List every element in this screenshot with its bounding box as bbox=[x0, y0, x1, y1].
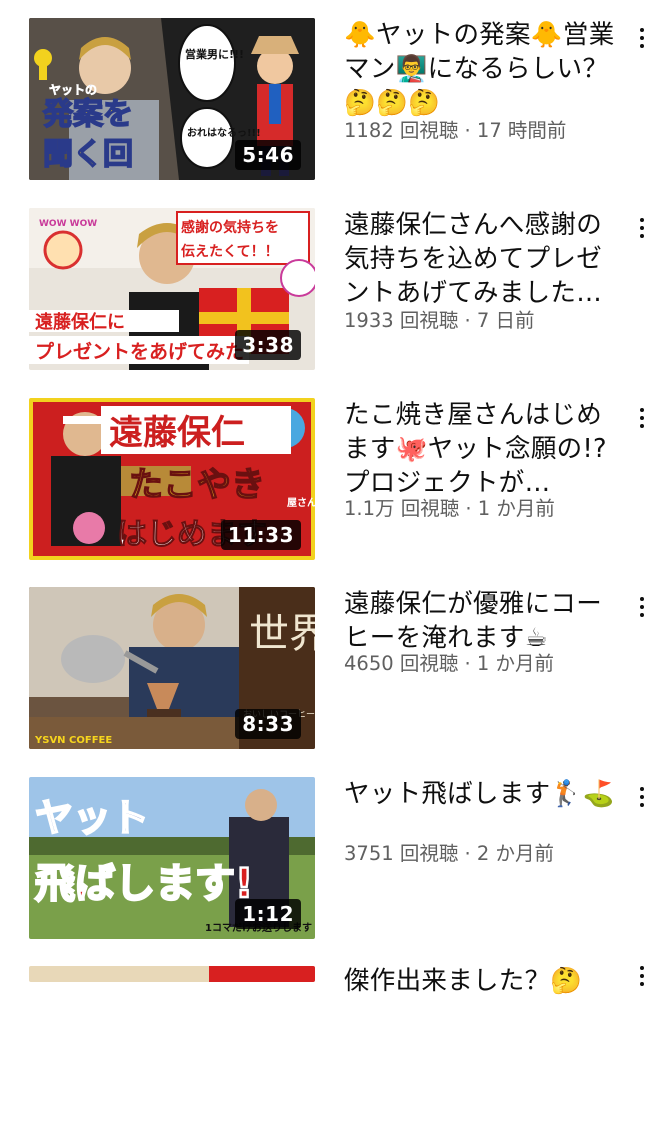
video-item[interactable]: ヤットの 発案を 聞く回 営業男に!!! おれはなるっ!!! 5:46 🐥ヤット… bbox=[0, 18, 670, 188]
video-duration: 8:33 bbox=[235, 709, 301, 739]
video-meta: 3751 回視聴 · 2 か月前 bbox=[344, 842, 555, 865]
more-vert-icon bbox=[640, 787, 644, 807]
more-options-button[interactable] bbox=[632, 18, 652, 58]
thumbnail-image bbox=[29, 966, 315, 982]
more-vert-icon bbox=[640, 218, 644, 238]
video-title[interactable]: 遠藤保仁さんへ感謝の気持ちを込めてプレゼントあげてみました… bbox=[344, 208, 620, 310]
video-duration: 5:46 bbox=[235, 140, 301, 170]
video-title[interactable]: ヤット飛ばします🏌️⛳ bbox=[344, 777, 620, 811]
thumb-caption: 飛ばします! bbox=[35, 861, 253, 907]
video-duration: 3:38 bbox=[235, 330, 301, 360]
video-meta: 1182 回視聴 · 17 時間前 bbox=[344, 119, 567, 142]
more-vert-icon bbox=[640, 597, 644, 617]
thumb-caption: 発案を bbox=[42, 97, 133, 132]
more-vert-icon bbox=[640, 28, 644, 48]
video-item[interactable]: 遠藤保仁 たこやき 屋さん はじめます 11:33 たこ焼き屋さんはじめます🐙ヤ… bbox=[0, 398, 670, 568]
video-title[interactable]: 傑作出来ました？🤔 bbox=[344, 964, 620, 998]
thumb-caption: 遠藤保仁 bbox=[109, 413, 245, 453]
thumb-caption: YSVN COFFEE bbox=[34, 735, 112, 746]
thumb-caption: 伝えたくて！！ bbox=[181, 243, 279, 260]
thumb-caption: ヤット bbox=[35, 796, 149, 840]
more-vert-icon bbox=[640, 966, 644, 986]
video-title[interactable]: 🐥ヤットの発案🐥営業マン👨‍🏫になるらしい？🤔🤔🤔 bbox=[344, 18, 620, 120]
video-title[interactable]: 遠藤保仁が優雅にコーヒーを淹れます☕ bbox=[344, 587, 620, 655]
more-options-button[interactable] bbox=[632, 208, 652, 248]
video-thumbnail[interactable]: 遠藤保仁 たこやき 屋さん はじめます 11:33 bbox=[29, 398, 315, 560]
thumb-caption: 世界 bbox=[249, 611, 315, 657]
thumb-caption: たこやき bbox=[129, 465, 265, 505]
more-options-button[interactable] bbox=[632, 956, 652, 996]
video-title[interactable]: たこ焼き屋さんはじめます🐙ヤット念願の!?プロジェクトが… bbox=[344, 398, 620, 500]
more-vert-icon bbox=[640, 408, 644, 428]
video-meta: 1.1万 回視聴 · 1 か月前 bbox=[344, 497, 555, 520]
thumb-caption: ヤットの bbox=[49, 83, 97, 97]
thumb-caption: WOW WOW bbox=[39, 219, 97, 229]
thumb-caption: 屋さん bbox=[287, 497, 315, 509]
video-thumbnail[interactable]: ヤットの 発案を 聞く回 営業男に!!! おれはなるっ!!! 5:46 bbox=[29, 18, 315, 180]
video-thumbnail[interactable]: 感謝の気持ちを 伝えたくて！！ 遠藤保仁に プレゼントをあげてみた WOW WO… bbox=[29, 208, 315, 370]
video-thumbnail[interactable]: ヤット 飛ばします! 1コマだけお送りします 1:12 bbox=[29, 777, 315, 939]
thumb-caption: 遠藤保仁に bbox=[35, 311, 125, 333]
thumb-caption: 営業男に!!! bbox=[185, 47, 244, 61]
more-options-button[interactable] bbox=[632, 398, 652, 438]
video-meta: 4650 回視聴 · 1 か月前 bbox=[344, 652, 555, 675]
video-duration: 11:33 bbox=[220, 520, 301, 550]
more-options-button[interactable] bbox=[632, 587, 652, 627]
thumb-caption: 聞く回 bbox=[43, 137, 133, 172]
video-item[interactable]: 感謝の気持ちを 伝えたくて！！ 遠藤保仁に プレゼントをあげてみた WOW WO… bbox=[0, 208, 670, 378]
video-duration: 1:12 bbox=[235, 899, 301, 929]
video-item[interactable]: ヤット 飛ばします! 1コマだけお送りします 1:12 ヤット飛ばします🏌️⛳ … bbox=[0, 777, 670, 947]
thumb-caption: おれはなるっ!!! bbox=[187, 127, 261, 139]
video-item[interactable]: 世界 おいしいコーヒーの YSVN COFFEE 8:33 遠藤保仁が優雅にコー… bbox=[0, 587, 670, 757]
video-thumbnail[interactable] bbox=[29, 966, 315, 982]
thumb-caption: プレゼントをあげてみた bbox=[35, 340, 244, 363]
video-meta: 1933 回視聴 · 7 日前 bbox=[344, 309, 535, 332]
video-item[interactable]: 傑作出来ました？🤔 bbox=[0, 966, 670, 1136]
more-options-button[interactable] bbox=[632, 777, 652, 817]
video-thumbnail[interactable]: 世界 おいしいコーヒーの YSVN COFFEE 8:33 bbox=[29, 587, 315, 749]
thumb-caption: 感謝の気持ちを bbox=[181, 219, 279, 236]
